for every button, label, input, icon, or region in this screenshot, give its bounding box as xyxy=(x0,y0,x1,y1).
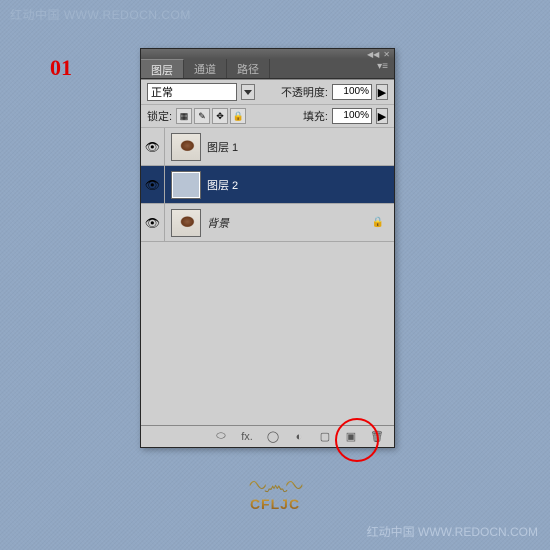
layer-thumbnail[interactable] xyxy=(171,209,201,237)
visibility-toggle-icon[interactable]: 👁 xyxy=(141,166,165,203)
layers-panel: ◀◀ ✕ 图层 通道 路径 ▾≡ 正常 不透明度: 100% ▶ 锁定: ▦ ✎… xyxy=(140,48,395,448)
new-group-icon[interactable]: ▢ xyxy=(316,429,334,445)
lock-transparent-icon[interactable]: ▦ xyxy=(176,108,192,124)
layer-name[interactable]: 图层 2 xyxy=(207,177,238,193)
delete-layer-icon[interactable]: 🗑 xyxy=(368,429,386,445)
step-number: 01 xyxy=(50,55,72,81)
watermark-top-left: 红动中国 WWW.REDOCN.COM xyxy=(10,6,191,23)
lock-all-icon[interactable]: 🔒 xyxy=(230,108,246,124)
watermark-bottom-right: 红动中国 WWW.REDOCN.COM xyxy=(367,523,538,540)
layer-thumbnail[interactable] xyxy=(171,133,201,161)
tab-paths[interactable]: 路径 xyxy=(227,59,270,78)
fill-value[interactable]: 100% xyxy=(332,108,372,124)
opacity-flyout-icon[interactable]: ▶ xyxy=(376,84,388,100)
panel-body: 正常 不透明度: 100% ▶ 锁定: ▦ ✎ ✥ 🔒 填充: 100% ▶ 👁… xyxy=(141,79,394,447)
blend-opacity-row: 正常 不透明度: 100% ▶ xyxy=(141,80,394,105)
panel-tabs: 图层 通道 路径 ▾≡ xyxy=(141,59,394,79)
lock-label: 锁定: xyxy=(147,108,172,124)
fill-label: 填充: xyxy=(303,108,328,124)
lock-options: ▦ ✎ ✥ 🔒 xyxy=(176,108,246,124)
tab-channels[interactable]: 通道 xyxy=(184,59,227,78)
lock-fill-row: 锁定: ▦ ✎ ✥ 🔒 填充: 100% ▶ xyxy=(141,105,394,128)
close-icon[interactable]: ✕ xyxy=(383,50,390,59)
layer-row[interactable]: 👁 图层 2 xyxy=(141,166,394,204)
new-layer-icon[interactable]: ▣ xyxy=(342,429,360,445)
layer-name[interactable]: 图层 1 xyxy=(207,139,238,155)
lock-position-icon[interactable]: ✥ xyxy=(212,108,228,124)
lock-pixels-icon[interactable]: ✎ xyxy=(194,108,210,124)
panel-footer: ⬭ fx. ◯ ◐ ▢ ▣ 🗑 xyxy=(141,425,394,447)
layer-row[interactable]: 👁 背景 🔒 xyxy=(141,204,394,242)
blend-dropdown-icon[interactable] xyxy=(241,84,255,100)
opacity-value[interactable]: 100% xyxy=(332,84,372,100)
opacity-label: 不透明度: xyxy=(281,84,328,100)
tab-layers[interactable]: 图层 xyxy=(141,59,184,78)
panel-menu-icon[interactable]: ▾≡ xyxy=(371,59,394,78)
blend-mode-select[interactable]: 正常 xyxy=(147,83,237,101)
layer-thumbnail[interactable] xyxy=(171,171,201,199)
add-mask-icon[interactable]: ◯ xyxy=(264,429,282,445)
layer-row[interactable]: 👁 图层 1 xyxy=(141,128,394,166)
visibility-toggle-icon[interactable]: 👁 xyxy=(141,204,165,241)
site-logo: ∿෴∿ CFLJC xyxy=(210,470,340,512)
panel-titlebar: ◀◀ ✕ xyxy=(141,49,394,59)
layer-fx-icon[interactable]: fx. xyxy=(238,429,256,445)
visibility-toggle-icon[interactable]: 👁 xyxy=(141,128,165,165)
adjustment-layer-icon[interactable]: ◐ xyxy=(290,429,308,445)
layers-list: 👁 图层 1 👁 图层 2 👁 背景 🔒 xyxy=(141,128,394,425)
blend-mode-value: 正常 xyxy=(151,84,173,100)
link-layers-icon[interactable]: ⬭ xyxy=(212,429,230,445)
layer-name[interactable]: 背景 xyxy=(207,215,229,231)
fill-flyout-icon[interactable]: ▶ xyxy=(376,108,388,124)
logo-text: CFLJC xyxy=(210,496,340,512)
lock-indicator-icon: 🔒 xyxy=(372,217,384,228)
collapse-icon[interactable]: ◀◀ xyxy=(367,50,379,59)
